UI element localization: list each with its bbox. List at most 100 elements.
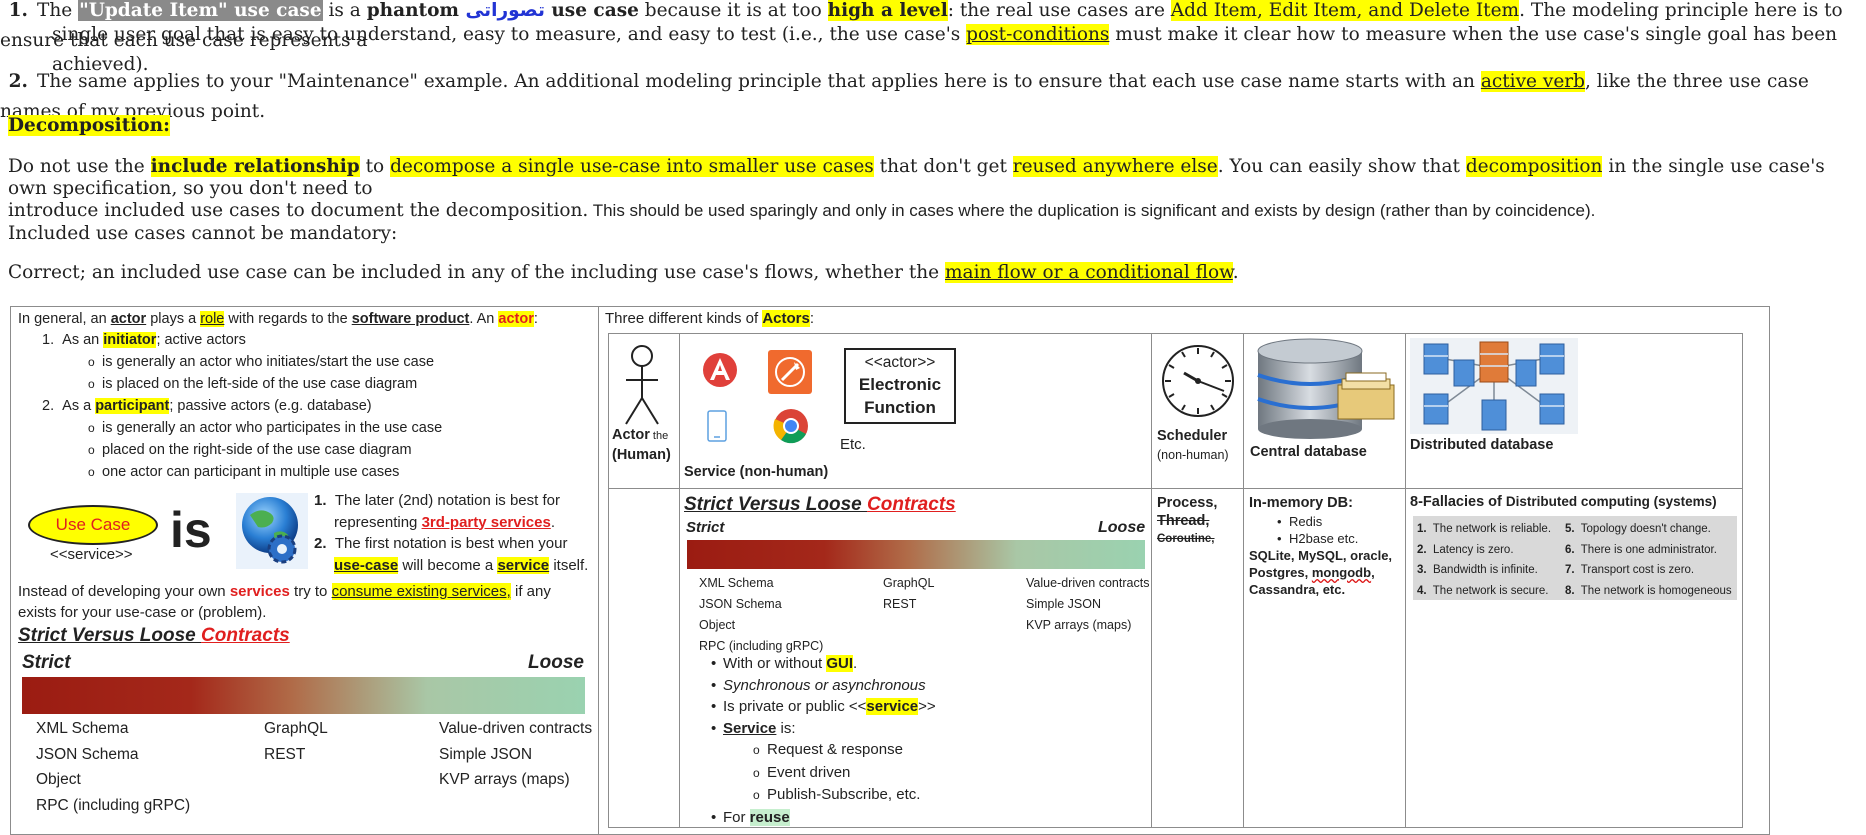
- left-col3: Value-driven contracts Simple JSON KVP a…: [439, 716, 592, 793]
- fallacies-heading: 8-Fallacies of Distributed computing (sy…: [1410, 494, 1717, 510]
- use-case-label: Use Case: [55, 515, 131, 534]
- text: Thread,: [1157, 513, 1210, 529]
- use-case-ellipse: Use Case: [28, 505, 158, 545]
- service-traits-list: With or without GUI. Synchronous or asyn…: [711, 653, 936, 828]
- text: . An: [469, 311, 499, 327]
- text: that don't get: [873, 156, 1013, 177]
- text: (non-human): [1157, 448, 1229, 462]
- mobile-phone-icon: [706, 409, 728, 448]
- text: H2base etc.: [1289, 531, 1359, 546]
- consume-existing: consume existing services,: [331, 583, 511, 600]
- list-number: 1.: [42, 332, 55, 348]
- contract-item: XML Schema: [36, 720, 129, 737]
- text: if any: [510, 583, 551, 600]
- gui-word: GUI: [826, 655, 854, 672]
- text: Publish-Subscribe, etc.: [767, 786, 921, 803]
- text: will become a: [398, 556, 498, 574]
- fallacy-item: Transport cost is zero.: [1580, 564, 1695, 576]
- text: (Human): [612, 447, 671, 463]
- third-party-services: 3rd-party services: [421, 513, 551, 531]
- text: itself.: [549, 556, 589, 574]
- actor-human-label: Actor the (Human): [612, 426, 671, 465]
- text: >>: [918, 698, 936, 715]
- paragraph-correct: Correct; an included use case can be inc…: [8, 261, 1239, 285]
- service-word: service: [497, 556, 550, 574]
- left-strict-label: Strict: [22, 652, 71, 673]
- text: Distributed computing (systems): [1505, 494, 1717, 509]
- service-nonhuman-label: Service (non-human): [684, 464, 829, 480]
- point-2: 2. The same applies to your "Maintenance"…: [0, 67, 1866, 127]
- grid-row-divider: [608, 488, 1743, 489]
- text: because it is at too: [638, 0, 828, 21]
- contract-item: Object: [36, 771, 81, 788]
- contract-item: REST: [883, 597, 917, 611]
- text: Actor: [612, 427, 650, 443]
- text: is placed on the left-side of the use ca…: [102, 376, 418, 392]
- grid-col-divider: [679, 333, 680, 828]
- text: The first notation is best when your: [334, 535, 568, 552]
- participant-word: participant: [95, 398, 170, 414]
- text: Cassandra, etc.: [1249, 582, 1346, 597]
- text: exists for your use-case or (problem).: [18, 604, 267, 621]
- text: ,: [1371, 565, 1375, 580]
- phantom-word: phantom: [366, 0, 460, 21]
- actor-word: actor: [110, 311, 147, 327]
- fallacy-item: Latency is zero.: [1432, 543, 1514, 556]
- text: In general, an: [18, 311, 111, 327]
- right-loose-label: Loose: [1098, 519, 1146, 536]
- list-number: 2.: [42, 398, 55, 414]
- text: As a: [62, 398, 96, 414]
- text: Process,: [1157, 495, 1218, 511]
- electronic-function-box: <<actor>> Electronic Function: [844, 348, 956, 424]
- text: is generally an actor who participates i…: [102, 420, 443, 436]
- highlight-real-use-cases: Add Item, Edit Item, and Delete Item: [1170, 0, 1520, 21]
- text: Included use cases cannot be mandatory:: [8, 223, 398, 244]
- contract-item: Value-driven contracts: [439, 720, 593, 737]
- etc-label: Etc.: [840, 436, 866, 453]
- fallacy-item: The network is homogeneous: [1580, 584, 1732, 597]
- fallacies-right: 5. Topology doesn't change. 6. There is …: [1565, 523, 1732, 597]
- grid-col-divider: [1151, 333, 1152, 828]
- service-stereotype: <<service>>: [50, 546, 133, 563]
- text: Request & response: [767, 741, 903, 758]
- decomposition-heading: Decomposition:: [8, 113, 170, 139]
- text: Event driven: [767, 763, 851, 781]
- highlight-post-conditions: post-conditions: [966, 24, 1110, 45]
- text: The: [37, 0, 79, 21]
- text: .: [853, 655, 858, 672]
- text: introduce included use cases to document…: [8, 200, 589, 221]
- text: SQLite, MySQL, oracle,: [1249, 548, 1393, 563]
- software-product-word: software product: [351, 311, 470, 327]
- contract-item: Simple JSON: [439, 745, 533, 763]
- grid-col-divider: [1243, 333, 1244, 828]
- text: Strict Versus Loose: [684, 494, 868, 515]
- text: :: [533, 311, 538, 327]
- text: Coroutine,: [1157, 533, 1215, 545]
- contract-item: JSON Schema: [36, 745, 139, 763]
- fallacy-item: The network is reliable.: [1432, 523, 1552, 535]
- list-number: 1.: [8, 0, 28, 21]
- text: plays a: [146, 311, 201, 327]
- is-label: is: [170, 502, 212, 558]
- grid-col-divider: [1405, 333, 1406, 828]
- text: Instead of developing your own: [18, 583, 230, 600]
- highlight-decomposition: decomposition: [1465, 156, 1603, 177]
- contracts-word: Contracts: [201, 625, 290, 646]
- right-svl-title: Strict Versus Loose Contracts: [684, 494, 956, 516]
- text: With or without: [723, 655, 827, 672]
- in-memory-db-list: In-memory DB: Redis H2base etc. SQLite, …: [1249, 494, 1392, 598]
- central-database-label: Central database: [1250, 444, 1367, 460]
- text: Function: [864, 398, 936, 417]
- highlight-update-item: "Update Item" use case: [78, 0, 323, 21]
- text: to: [359, 156, 391, 177]
- highlight-include-relationship: include relationship: [150, 156, 360, 177]
- text: 8-Fallacies of: [1410, 494, 1506, 510]
- contract-item: GraphQL: [883, 576, 935, 590]
- contract-item: KVP arrays (maps): [1026, 618, 1132, 632]
- chrome-icon: [772, 407, 810, 450]
- text: one actor can participant in multiple us…: [102, 464, 400, 480]
- text: As an: [62, 332, 104, 348]
- paragraph-decomposition: Do not use the include relationship to d…: [8, 156, 1858, 222]
- globe-gear-icon: [236, 493, 308, 569]
- text: is a: [322, 0, 367, 21]
